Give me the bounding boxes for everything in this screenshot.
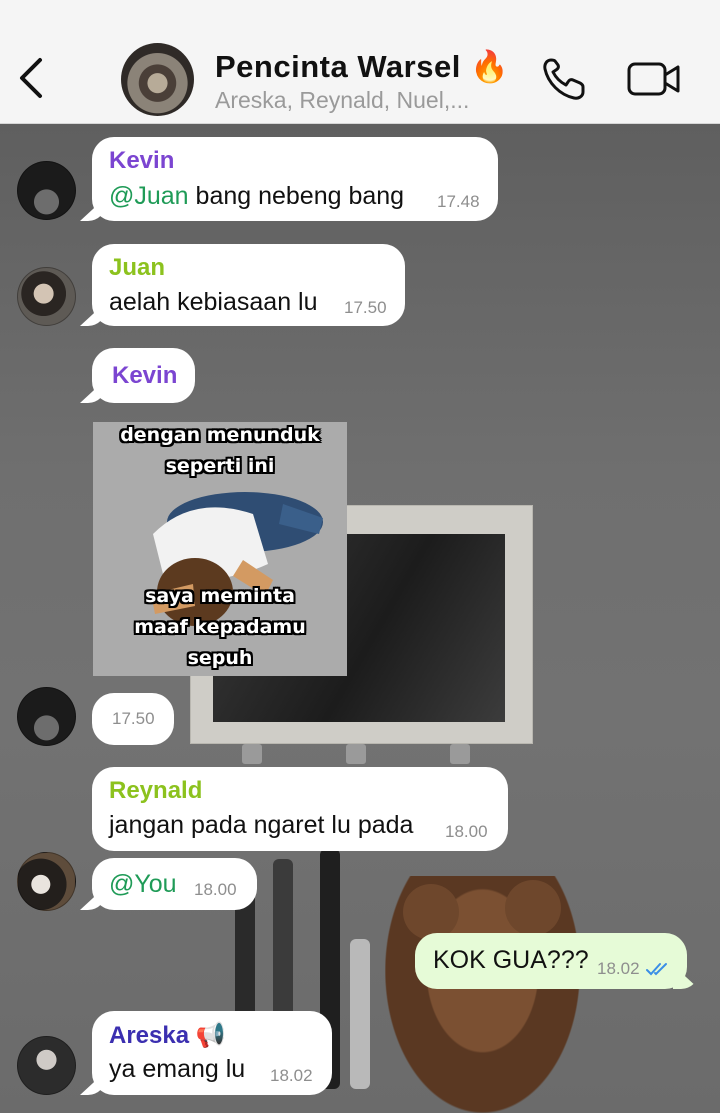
image-timestamp-bubble: 17.50 [92,693,174,745]
chevron-left-icon [20,58,42,98]
message-text: KOK GUA??? [433,946,589,974]
video-camera-icon [627,62,680,96]
call-button[interactable] [541,56,587,102]
meme-caption-top: dengan menunduk seperti ini [120,424,320,477]
message-time: 18.00 [194,880,237,899]
message-bubble-areska[interactable]: Areska 📢 ya emang lu 18.02 [92,1011,332,1095]
message-bubble-reynald[interactable]: Reynald jangan pada ngaret lu pada 18.00 [92,767,508,851]
meme-caption-bottom: saya meminta maaf kepadamu sepuh [134,585,306,669]
sender-name[interactable]: Areska 📢 [109,1021,226,1050]
sender-name[interactable]: Kevin [109,147,174,175]
group-avatar[interactable] [121,43,194,116]
message-time: 18.02 [270,1066,313,1085]
avatar-reynald[interactable] [17,852,76,911]
message-bubble-outgoing[interactable]: KOK GUA??? 18.02 [415,933,687,989]
wallpaper-hooks [242,744,472,766]
message-bubble-reynald-mention[interactable]: @You 18.00 [92,858,257,910]
meme-image[interactable]: dengan menunduk seperti ini saya meminta… [93,422,347,676]
read-receipt-icon [646,963,667,976]
avatar-kevin[interactable] [17,161,76,220]
back-button[interactable] [14,56,50,100]
message-bubble-kevin[interactable]: Kevin @Juan bang nebeng bang 17.48 [92,137,498,221]
group-title[interactable]: Pencinta Warsel 🔥 [215,48,509,85]
avatar-areska[interactable] [17,1036,76,1095]
message-time: 17.50 [112,709,155,728]
message-time: 18.00 [445,822,488,841]
message-text: @You [109,870,177,899]
message-time: 18.02 [597,959,640,978]
wallpaper-teddy-bear [385,876,580,1113]
message-time: 17.50 [344,298,387,317]
video-call-button[interactable] [626,58,682,100]
message-text: aelah kebiasaan lu [109,288,318,316]
chat-messages-area[interactable]: Kevin @Juan bang nebeng bang 17.48 Juan … [0,124,720,1113]
sender-name[interactable]: Kevin [112,362,177,390]
avatar-kevin[interactable] [17,687,76,746]
message-text: ya emang lu [109,1055,246,1083]
avatar-juan[interactable] [17,267,76,326]
message-text: @Juan bang nebeng bang [109,182,405,210]
message-bubble-kevin-image[interactable]: Kevin [92,348,195,403]
sender-name[interactable]: Juan [109,254,165,282]
mention-link[interactable]: @You [109,870,177,898]
mention-link[interactable]: @Juan [109,182,189,210]
message-bubble-juan[interactable]: Juan aelah kebiasaan lu 17.50 [92,244,405,326]
sender-name[interactable]: Reynald [109,777,202,805]
group-members[interactable]: Areska, Reynald, Nuel,... [215,87,525,114]
message-text: jangan pada ngaret lu pada [109,811,414,839]
chat-header: Pencinta Warsel 🔥 Areska, Reynald, Nuel,… [0,0,720,124]
message-time: 17.48 [437,192,480,211]
phone-icon [543,58,585,100]
